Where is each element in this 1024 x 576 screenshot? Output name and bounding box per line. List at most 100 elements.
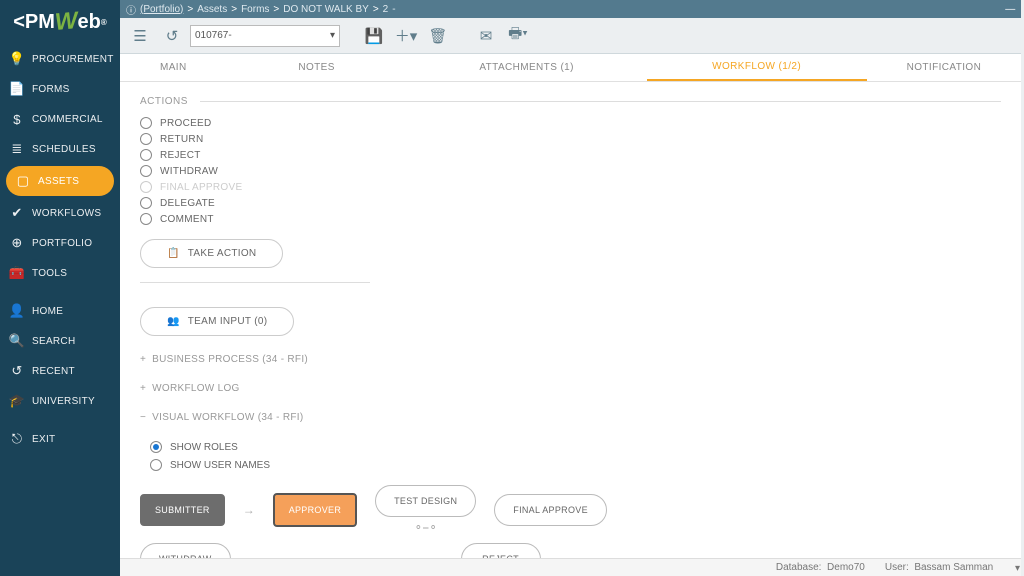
- action-option-return[interactable]: Return: [140, 133, 1001, 145]
- nav-icon: $: [10, 112, 24, 126]
- tabs: Main Notes Attachments (1) Workflow (1/2…: [120, 54, 1021, 82]
- radio-icon: [140, 117, 152, 129]
- sidebar-item-forms[interactable]: 📄 Forms: [0, 74, 120, 104]
- actions-heading: ACTIONS: [140, 96, 1001, 107]
- sidebar-item-exit[interactable]: ⎋ Exit: [0, 424, 120, 454]
- action-option-withdraw[interactable]: Withdraw: [140, 165, 1001, 177]
- sidebar-item-procurement[interactable]: 💡 Procurement: [0, 44, 120, 74]
- radio-icon: [150, 459, 162, 471]
- exit-icon: ⎋: [10, 432, 24, 446]
- workflow-node-reject[interactable]: Reject: [461, 543, 541, 558]
- nav-icon: ↺: [10, 364, 24, 378]
- sidebar-item-label: University: [32, 396, 95, 407]
- radio-icon: [150, 441, 162, 453]
- nav-icon: ≣: [10, 142, 24, 156]
- nav-icon: ✔: [10, 206, 24, 220]
- people-icon: 👥: [167, 316, 180, 327]
- sidebar-item-label: Portfolio: [32, 238, 92, 249]
- print-icon[interactable]: 🖶▾: [504, 22, 532, 50]
- tab-workflow[interactable]: Workflow (1/2): [647, 54, 867, 81]
- team-input-button[interactable]: 👥 Team Input (0): [140, 307, 294, 336]
- nav-icon: ▢: [16, 174, 30, 188]
- sidebar-item-search[interactable]: 🔍 Search: [0, 326, 120, 356]
- workflow-node-final-approve[interactable]: Final Approve: [494, 494, 607, 526]
- radio-icon: [140, 213, 152, 225]
- breadcrumb-assets[interactable]: Assets: [197, 4, 227, 15]
- mail-icon[interactable]: ✉: [472, 22, 500, 50]
- hierarchy-icon: ⚬⎯⚬: [414, 521, 438, 535]
- workflow-node-test-design[interactable]: Test Design: [375, 485, 476, 517]
- sidebar-item-assets[interactable]: ▢ Assets: [6, 166, 114, 196]
- minimize-icon[interactable]: —: [1005, 4, 1015, 15]
- sidebar-item-tools[interactable]: 🧰Tools: [0, 258, 120, 288]
- delete-icon[interactable]: 🗑: [424, 22, 452, 50]
- sidebar-item-label: Exit: [32, 434, 55, 445]
- nav-icon: 🔍: [10, 334, 24, 348]
- sidebar-item-label: Assets: [38, 176, 79, 187]
- add-icon[interactable]: ＋▾: [392, 22, 420, 50]
- nav-icon: 📄: [10, 82, 24, 96]
- breadcrumb-form-name[interactable]: DO NOT WALK BY: [283, 4, 369, 15]
- info-icon[interactable]: ⓘ: [126, 2, 136, 17]
- tab-notification[interactable]: Notification: [867, 54, 1022, 81]
- save-icon[interactable]: 💾: [360, 22, 388, 50]
- sidebar-item-label: Search: [32, 336, 75, 347]
- workflow-node-approver[interactable]: Approver: [273, 493, 357, 527]
- toolbar: ☰ ↺ 010767-▾ 💾 ＋▾ 🗑 ✉ 🖶▾: [120, 18, 1021, 54]
- sidebar-item-label: Forms: [32, 84, 70, 95]
- workflow-diagram: Submitter → Approver Test Design ⚬⎯⚬ Fin…: [140, 485, 1001, 535]
- arrow-icon: →: [243, 503, 255, 517]
- action-option-final-approve: Final Approve: [140, 181, 1001, 193]
- sidebar-item-label: Recent: [32, 366, 75, 377]
- sidebar-item-label: Home: [32, 306, 63, 317]
- take-action-button[interactable]: 📋 Take Action: [140, 239, 283, 268]
- action-option-reject[interactable]: Reject: [140, 149, 1001, 161]
- sidebar-item-commercial[interactable]: $Commercial: [0, 104, 120, 134]
- tab-attachments[interactable]: Attachments (1): [407, 54, 647, 81]
- history-icon[interactable]: ↺: [158, 22, 186, 50]
- workflow-node-submitter[interactable]: Submitter: [140, 494, 225, 526]
- minus-icon: −: [140, 412, 146, 423]
- chevron-down-icon[interactable]: ▾: [1015, 563, 1020, 574]
- app-logo: <PMWeb®: [0, 0, 120, 44]
- radio-icon: [140, 165, 152, 177]
- document-select[interactable]: 010767-▾: [190, 25, 340, 47]
- tab-main[interactable]: Main: [120, 54, 227, 81]
- status-bar: Database: Demo70 User: Bassam Samman ▾: [120, 558, 1021, 576]
- chevron-down-icon: ▾: [330, 30, 335, 41]
- action-option-delegate[interactable]: Delegate: [140, 197, 1001, 209]
- nav-icon: 💡: [10, 52, 24, 66]
- nav-icon: 🎓: [10, 394, 24, 408]
- show-roles-option[interactable]: Show Roles: [150, 441, 1001, 453]
- sidebar-item-university[interactable]: 🎓 University: [0, 386, 120, 416]
- workflow-node-withdraw[interactable]: Withdraw: [140, 543, 231, 558]
- business-process-section[interactable]: + Business Process (34 - RFI): [140, 354, 1001, 365]
- sidebar-item-schedules[interactable]: ≣ Schedules: [0, 134, 120, 164]
- breadcrumb-portfolio[interactable]: (Portfolio): [140, 4, 183, 15]
- action-option-comment[interactable]: Comment: [140, 213, 1001, 225]
- sidebar-item-label: Schedules: [32, 144, 96, 155]
- radio-icon: [140, 133, 152, 145]
- tab-notes[interactable]: Notes: [227, 54, 407, 81]
- show-user-names-option[interactable]: Show User Names: [150, 459, 1001, 471]
- action-option-proceed[interactable]: Proceed: [140, 117, 1001, 129]
- visual-workflow-section[interactable]: − Visual Workflow (34 - RFI): [140, 412, 1001, 423]
- breadcrumb-bar: ⓘ (Portfolio)> Assets> Forms> DO NOT WAL…: [120, 0, 1021, 18]
- sidebar-item-recent[interactable]: ↺ Recent: [0, 356, 120, 386]
- breadcrumb: ⓘ (Portfolio)> Assets> Forms> DO NOT WAL…: [126, 2, 396, 17]
- nav-icon: 👤: [10, 304, 24, 318]
- sidebar-item-label: Procurement: [32, 54, 114, 65]
- sidebar-item-workflows[interactable]: ✔ Workflows: [0, 198, 120, 228]
- nav-icon: 🧰: [10, 266, 24, 280]
- main-panel: ⓘ (Portfolio)> Assets> Forms> DO NOT WAL…: [120, 0, 1021, 576]
- list-icon[interactable]: ☰: [126, 22, 154, 50]
- sidebar-item-label: Workflows: [32, 208, 101, 219]
- sidebar-item-home[interactable]: 👤 Home: [0, 296, 120, 326]
- clipboard-icon: 📋: [167, 248, 180, 259]
- breadcrumb-forms[interactable]: Forms: [241, 4, 269, 15]
- breadcrumb-id[interactable]: 2: [383, 4, 389, 15]
- radio-icon: [140, 149, 152, 161]
- content: ACTIONS Proceed Return Reject Withdraw Final…: [120, 82, 1021, 558]
- workflow-log-section[interactable]: + Workflow Log: [140, 383, 1001, 394]
- sidebar-item-portfolio[interactable]: ⊕Portfolio: [0, 228, 120, 258]
